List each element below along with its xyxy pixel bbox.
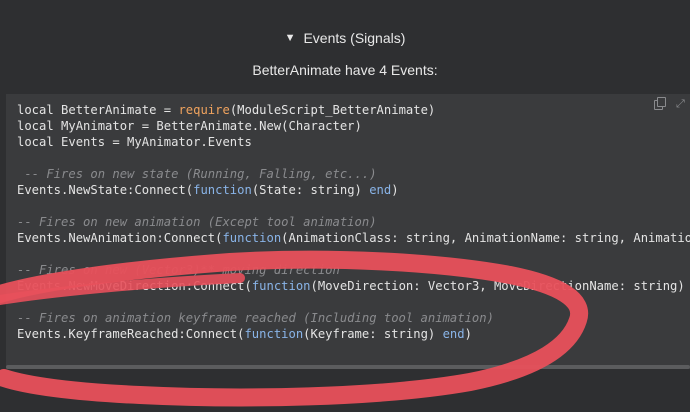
code-token: (State: string) xyxy=(252,183,369,197)
code-token: -- Fires on new animation (Except tool a… xyxy=(17,215,377,229)
code-token: local MyAnimator = BetterAnimate.New(Cha… xyxy=(17,119,362,133)
code-line: -- Fires on new (Vector3)** moving direc… xyxy=(17,262,690,278)
code-block: ⤢ local BetterAnimate = require(ModuleSc… xyxy=(6,94,690,369)
disclosure-triangle-icon: ▼ xyxy=(285,32,296,44)
code-token: -- Fires on new state (Running, Falling,… xyxy=(17,167,377,181)
code-token: ) xyxy=(465,327,472,341)
code-token: function xyxy=(222,231,281,245)
code-token: require xyxy=(178,103,229,117)
code-line xyxy=(17,294,690,310)
code-token: Events.KeyframeReached:Connect( xyxy=(17,327,244,341)
code-token: function xyxy=(252,279,311,293)
code-token: Events.NewMoveDirection:Connect( xyxy=(17,279,252,293)
code-line xyxy=(17,150,690,166)
code-line: -- Fires on new animation (Except tool a… xyxy=(17,214,690,230)
code-token: (Keyframe: string) xyxy=(303,327,442,341)
code-line: Events.NewMoveDirection:Connect(function… xyxy=(17,278,690,294)
code-line: Events.KeyframeReached:Connect(function(… xyxy=(17,326,690,342)
code-token: (AnimationClass: string, AnimationName: … xyxy=(281,231,690,245)
events-details-title: Events (Signals) xyxy=(303,30,405,46)
code-line: -- Fires on animation keyframe reached (… xyxy=(17,310,690,326)
events-details-toggle[interactable]: ▼ Events (Signals) xyxy=(0,27,690,49)
code-token: (MoveDirection: Vector3, MoveDirectionNa… xyxy=(311,279,690,293)
code-line: local MyAnimator = BetterAnimate.New(Cha… xyxy=(17,118,690,134)
code-token: end xyxy=(369,183,391,197)
code-token: ) xyxy=(391,183,398,197)
code-token: local BetterAnimate = xyxy=(17,103,178,117)
code-token: Events.NewAnimation:Connect( xyxy=(17,231,222,245)
code-token: -- Fires on animation keyframe reached (… xyxy=(17,311,494,325)
code-line: local BetterAnimate = require(ModuleScri… xyxy=(17,102,690,118)
code-token: function xyxy=(193,183,252,197)
forum-post-page: ▼ Events (Signals) BetterAnimate have 4 … xyxy=(0,0,690,412)
code-line: local Events = MyAnimator.Events xyxy=(17,134,690,150)
code-token: function xyxy=(244,327,303,341)
code-text: local BetterAnimate = require(ModuleScri… xyxy=(17,102,690,342)
code-line: Events.NewAnimation:Connect(function(Ani… xyxy=(17,230,690,246)
code-line xyxy=(17,246,690,262)
code-token: local Events = MyAnimator.Events xyxy=(17,135,252,149)
code-token: -- Fires on new (Vector3)** moving direc… xyxy=(17,263,340,277)
code-line: -- Fires on new state (Running, Falling,… xyxy=(17,166,690,182)
code-token: Events.NewState:Connect( xyxy=(17,183,193,197)
code-token: end xyxy=(443,327,465,341)
code-line: Events.NewState:Connect(function(State: … xyxy=(17,182,690,198)
code-token: (ModuleScript_BetterAnimate) xyxy=(230,103,435,117)
events-intro-text: BetterAnimate have 4 Events: xyxy=(0,62,690,78)
code-line xyxy=(17,198,690,214)
code-horizontal-scrollbar[interactable] xyxy=(6,365,690,369)
